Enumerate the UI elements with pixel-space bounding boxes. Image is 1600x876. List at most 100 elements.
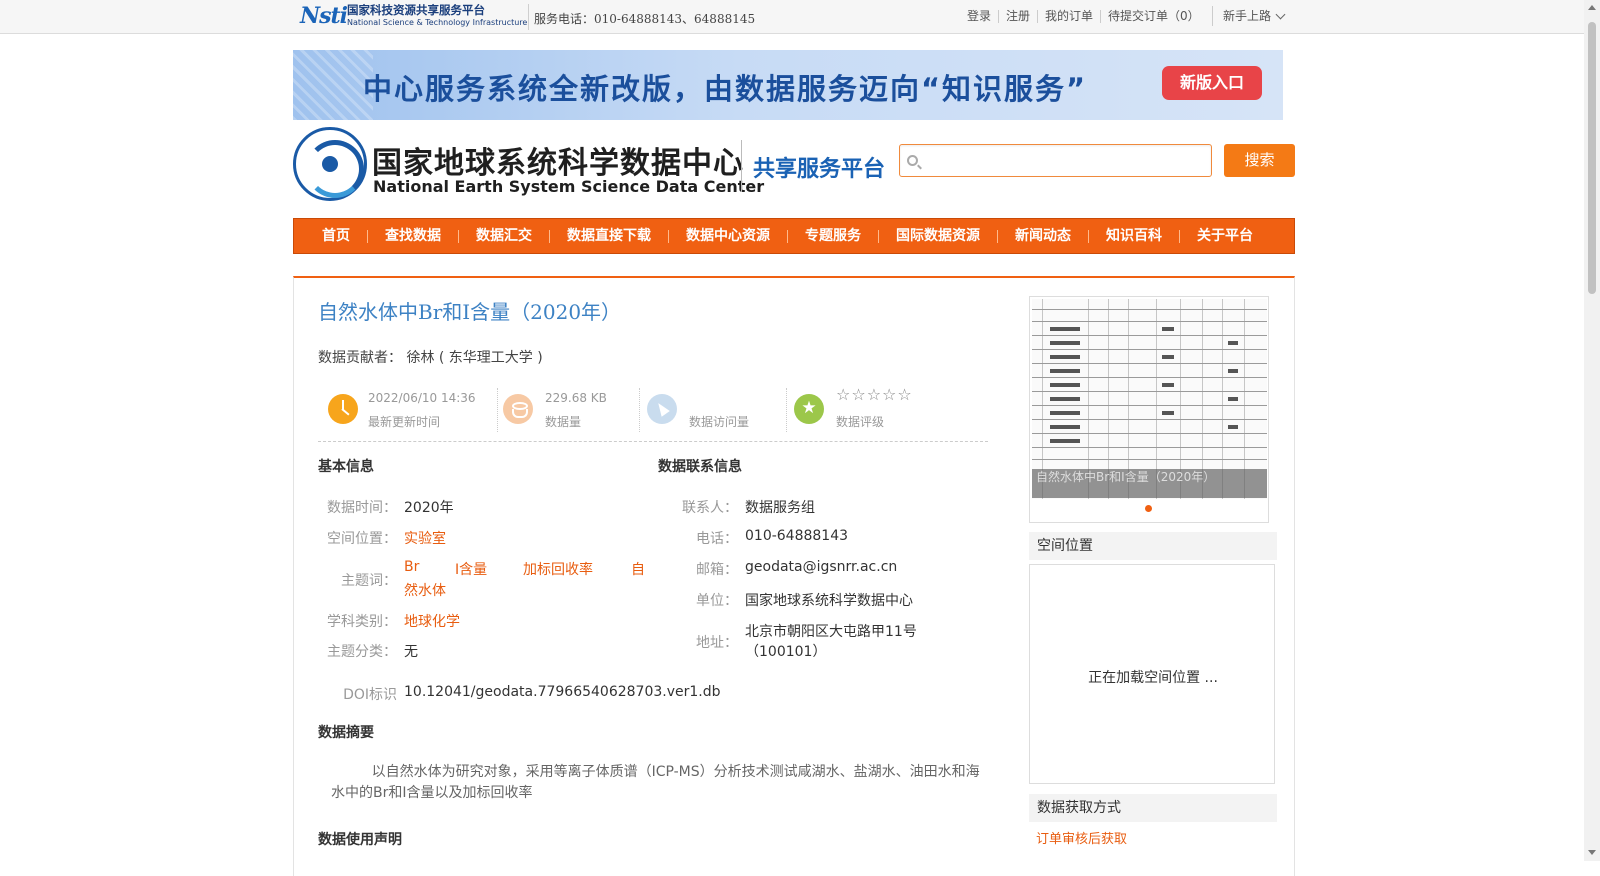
sheet-grid-line (1032, 405, 1267, 406)
promo-banner[interactable]: 中心服务系统全新改版，由数据服务迈向“知识服务” 新版入口 (293, 50, 1283, 120)
sheet-grid-line (1032, 309, 1267, 310)
sheet-grid-line (1032, 419, 1267, 420)
nav-news[interactable]: 新闻动态 (997, 229, 1088, 243)
contact-info-heading: 数据联系信息 (658, 459, 742, 475)
spatial-location-heading: 空间位置 (1029, 532, 1277, 560)
nav-about[interactable]: 关于平台 (1179, 229, 1270, 243)
stat-size-value: 229.68 KB (545, 391, 607, 405)
my-orders-link[interactable]: 我的订单 (1037, 10, 1100, 23)
top-links: 登录 注册 我的订单 待提交订单（0） (960, 10, 1207, 23)
sheet-grid-line (1032, 363, 1267, 364)
sheet-cell (1228, 369, 1238, 373)
sheet-cell (1162, 383, 1174, 387)
search-button[interactable]: 搜索 (1224, 144, 1295, 177)
nav-international-data[interactable]: 国际数据资源 (878, 229, 997, 243)
stat-views: 数据访问量 (647, 382, 787, 436)
stat-divider (497, 388, 498, 432)
data-preview-carousel[interactable]: 自然水体中Br和I含量（2020年） (1029, 296, 1269, 523)
spatial-map[interactable]: 正在加载空间位置 ... (1029, 564, 1275, 784)
nav-special-services[interactable]: 专题服务 (787, 229, 878, 243)
sheet-cell (1162, 355, 1174, 359)
stat-updated: 2022/06/10 14:36 最新更新时间 (318, 382, 488, 436)
nav-knowledge-wiki[interactable]: 知识百科 (1088, 229, 1179, 243)
sheet-cell (1050, 355, 1080, 359)
rating-stars[interactable]: ☆☆☆☆☆ (836, 385, 913, 404)
sheet-cell (1050, 369, 1080, 373)
sheet-cell (1050, 411, 1080, 415)
stat-divider (639, 388, 640, 432)
nav-center-resources[interactable]: 数据中心资源 (668, 229, 787, 243)
sheet-cell (1050, 327, 1080, 331)
keyword-link[interactable]: 然水体 (404, 580, 446, 600)
new-version-button[interactable]: 新版入口 (1162, 66, 1262, 100)
nsti-logo-mark: Nsti (300, 3, 348, 29)
sheet-grid-line (1032, 447, 1267, 448)
nsti-logo-en: National Science & Technology Infrastruc… (347, 17, 528, 27)
nav-direct-download[interactable]: 数据直接下载 (549, 229, 668, 243)
site-title-en: National Earth System Science Data Cente… (373, 177, 765, 196)
sheet-grid-line (1032, 391, 1267, 392)
stat-size-label: 数据量 (545, 415, 582, 429)
stat-rating-label: 数据评级 (836, 415, 885, 429)
sheet-grid-line (1032, 377, 1267, 378)
stat-rating: ☆☆☆☆☆ 数据评级 (794, 382, 954, 436)
unit-label: 单位： (696, 593, 738, 609)
stat-views-label: 数据访问量 (689, 415, 750, 429)
sheet-cell (1050, 425, 1080, 429)
nav-data-submission[interactable]: 数据汇交 (458, 229, 549, 243)
data-access-heading: 数据获取方式 (1029, 794, 1277, 822)
scroll-up-icon[interactable] (1588, 5, 1596, 10)
stat-updated-value: 2022/06/10 14:36 (368, 391, 476, 405)
order-review-link[interactable]: 订单审核后获取 (1036, 828, 1127, 847)
keyword-link[interactable]: 加标回收率 (523, 559, 593, 579)
discipline-link[interactable]: 地球化学 (404, 611, 460, 631)
dataset-title: 自然水体中Br和I含量（2020年） (318, 300, 622, 324)
scroll-thumb[interactable] (1588, 22, 1596, 294)
usage-heading: 数据使用声明 (318, 832, 402, 848)
sheet-cell (1050, 383, 1080, 387)
service-phone: 服务电话：010-64888143、64888145 (534, 12, 756, 26)
guide-menu-label: 新手上路 (1223, 9, 1272, 23)
stat-size: 229.68 KB 数据量 (503, 382, 633, 436)
keyword-link[interactable]: Br (404, 559, 419, 575)
page-scrollbar[interactable] (1584, 0, 1600, 861)
nav-home[interactable]: 首页 (305, 229, 367, 243)
search-input[interactable] (926, 149, 1206, 173)
star-icon (794, 394, 824, 424)
search-icon (907, 155, 918, 166)
contact-person-label: 联系人： (682, 500, 738, 516)
data-center-emblem-icon[interactable] (293, 127, 367, 201)
sheet-cell (1050, 439, 1080, 443)
location-label: 空间位置： (327, 531, 397, 547)
data-time-value: 2020年 (404, 500, 454, 516)
keyword-link[interactable]: 自 (631, 559, 645, 579)
scroll-down-icon[interactable] (1588, 850, 1596, 855)
carousel-dot[interactable] (1145, 505, 1152, 512)
login-link[interactable]: 登录 (960, 10, 998, 23)
site-title-cn: 国家地球系统科学数据中心 (372, 146, 744, 181)
map-loading-text: 正在加载空间位置 ... (1088, 670, 1218, 686)
abstract-heading: 数据摘要 (318, 725, 374, 741)
nsti-logo-cn: 国家科技资源共享服务平台 (347, 3, 486, 18)
location-link[interactable]: 实验室 (404, 528, 446, 548)
stat-updated-label: 最新更新时间 (368, 415, 441, 429)
main-nav: 首页 查找数据 数据汇交 数据直接下载 数据中心资源 专题服务 国际数据资源 新… (293, 218, 1295, 254)
topbar-divider (528, 4, 529, 30)
clock-icon (328, 394, 358, 424)
address-line1: 北京市朝阳区大屯路甲11号 (745, 624, 917, 640)
pending-orders-link[interactable]: 待提交订单（0） (1100, 10, 1207, 23)
sheet-cell (1228, 425, 1238, 429)
nsti-logo[interactable]: Nsti 国家科技资源共享服务平台 National Science & Tec… (300, 2, 527, 30)
phone-value: 010-64888143 (745, 528, 849, 544)
sheet-grid-line (1032, 321, 1267, 322)
keyword-link[interactable]: I含量 (455, 559, 487, 579)
abstract-text: 以自然水体为研究对象，采用等离子体质谱（ICP-MS）分析技术测试咸湖水、盐湖水… (331, 764, 980, 801)
dataset-contributor: 数据贡献者： 徐林 ( 东华理工大学 ) (318, 350, 543, 366)
guide-menu[interactable]: 新手上路 (1212, 6, 1286, 26)
basic-info-heading: 基本信息 (318, 459, 374, 475)
nav-find-data[interactable]: 查找数据 (367, 229, 458, 243)
email-value: geodata@igsnrr.ac.cn (745, 559, 898, 575)
register-link[interactable]: 注册 (998, 10, 1037, 23)
search-box[interactable] (899, 144, 1212, 177)
top-bar: Nsti 国家科技资源共享服务平台 National Science & Tec… (0, 0, 1584, 34)
